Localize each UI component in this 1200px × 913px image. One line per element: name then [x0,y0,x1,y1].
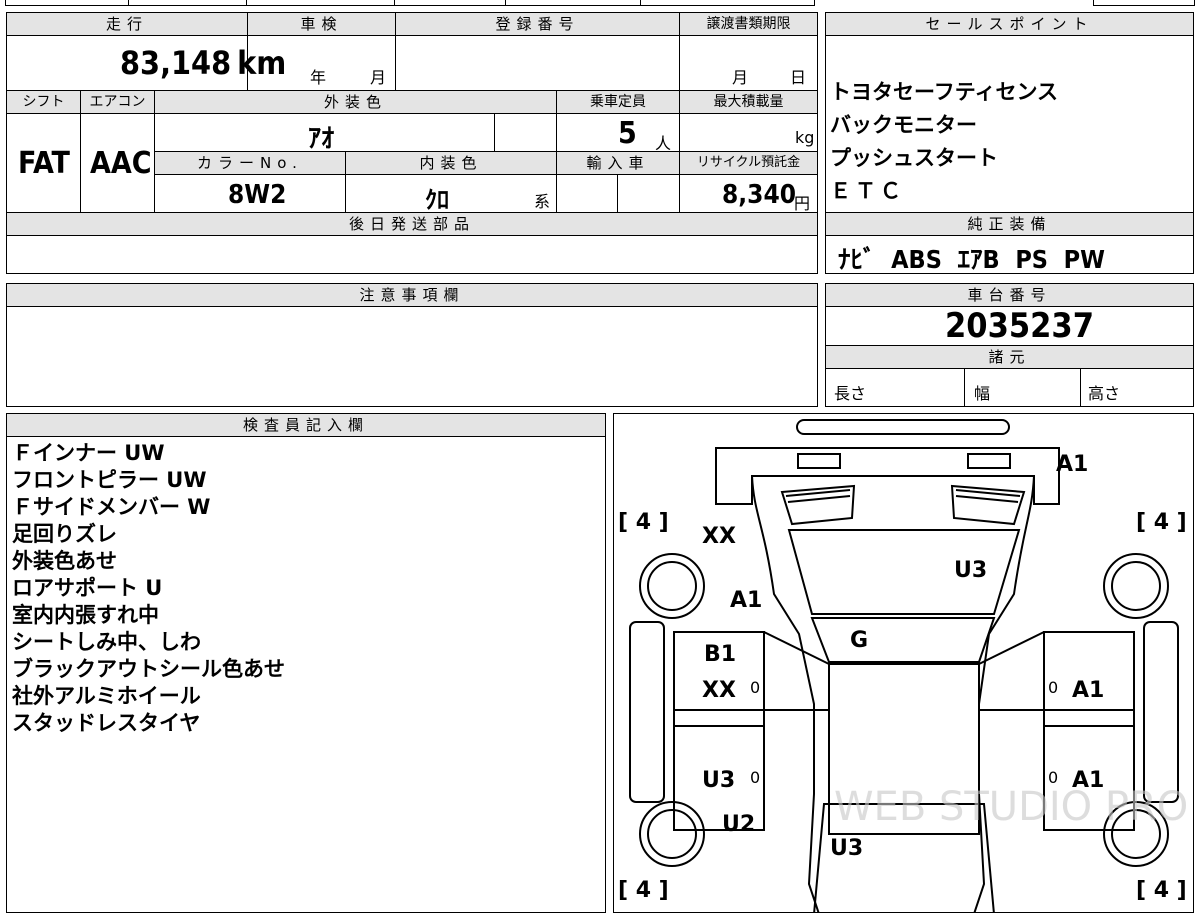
shift-header: シフト [6,90,81,114]
tire-rear-left: [ 4 ] [618,878,669,903]
inspection-month-unit: 月 [370,68,387,87]
zero-mark: 0 [1048,768,1059,787]
spec-width: 幅 [974,384,991,403]
genuine-equipment-value: ﾅﾋﾞ ABS ｴｱB PS PW [838,245,1105,274]
chassis-header: 車台番号 [825,283,1194,307]
inspector-header: 検査員記入欄 [6,413,606,437]
sales-points-list: トヨタセーフティセンス バックモニター プッシュスタート ＥＴＣ [830,76,1190,208]
car-outline-diagram [629,419,1179,912]
max-load-header: 最大積載量 [679,90,818,114]
inspector-note: ロアサポート U [12,576,163,600]
registration-header: 登録番号 [395,12,680,36]
inspector-note: スタッドレスタイヤ [12,711,201,735]
zero-mark: 0 [750,678,761,697]
interior-color-header: 内装色 [345,151,557,175]
exterior-color-value: ｱｵ [308,124,335,154]
watermark: WEB STUDIO PRO [834,784,1189,830]
label-quarter-left: U2 [722,812,756,837]
interior-color-value: ｸﾛ [425,186,449,214]
recycle-fee-value: 8,340 [722,180,796,210]
genuine-equipment-header: 純正装備 [825,212,1194,236]
chassis-number: 2035237 [945,306,1094,346]
recycle-fee-unit: 円 [794,194,811,213]
later-parts-header: 後日発送部品 [6,212,818,236]
label-roof-front: G [850,628,869,653]
sales-point-item: ＥＴＣ [830,179,905,203]
inspector-note: 室内内張すれ中 [12,603,159,627]
tire-rear-right: [ 4 ] [1136,878,1187,903]
label-door-right-front: A1 [1072,678,1105,703]
deadline-month-unit: 月 [732,68,749,87]
label-door-left-rear: U3 [702,768,736,793]
label-door-left-front-a: B1 [704,642,737,667]
spec-height: 高さ [1088,384,1121,403]
inspector-note: シートしみ中、しわ [12,630,201,654]
capacity-value: 5 [618,116,637,151]
transfer-deadline-header: 譲渡書類期限 [679,12,818,36]
sales-point-item: トヨタセーフティセンス [830,80,1059,104]
color-no-header: カラーNo. [154,151,346,175]
notes-header: 注意事項欄 [6,283,818,307]
mileage-header: 走行 [6,12,248,36]
sales-point-item: バックモニター [830,113,977,137]
mileage-value: 83,148 [120,44,232,82]
label-trunk: U3 [830,836,864,861]
specs-header: 諸元 [825,345,1194,369]
car-diagram-panel: WEB STUDIO PRO [ 4 ] [ 4 ] [ 4 ] [ 4 ] A… [613,413,1194,913]
tire-front-right: [ 4 ] [1136,510,1187,535]
inspector-notes-list: Ｆインナー UW フロントピラー UW Ｆサイドメンバー W 足回りズレ 外装色… [12,440,592,737]
inspection-header: 車検 [247,12,396,36]
mileage-unit: km [237,44,287,82]
label-fender-left-mid: A1 [730,588,763,613]
label-fender-left-front: XX [702,524,736,549]
recycle-header: リサイクル預託金 [679,151,818,175]
shift-value: FAT [18,146,70,181]
zero-mark: 0 [1048,678,1059,697]
inspector-note: ブラックアウトシール色あせ [12,657,285,681]
import-header: 輸入車 [556,151,680,175]
interior-color-suffix: 系 [534,192,551,211]
inspector-note: フロントピラー UW [12,468,207,492]
zero-mark: 0 [750,768,761,787]
deadline-day-unit: 日 [790,68,807,87]
inspector-note: 足回りズレ [12,522,117,546]
max-load-unit: kg [795,128,815,147]
tire-front-left: [ 4 ] [618,510,669,535]
sales-points-header: セールスポイント [825,12,1194,36]
sales-point-item: プッシュスタート [830,146,998,170]
color-no-value: 8W2 [228,180,287,210]
inspector-note: Ｆサイドメンバー W [12,495,211,519]
label-door-right-rear: A1 [1072,768,1105,793]
aircon-header: エアコン [80,90,155,114]
top-strip-left [5,0,815,6]
aircon-value: AAC [90,146,152,181]
label-front-bumper: A1 [1056,452,1089,477]
label-hood: U3 [954,558,988,583]
inspector-note: 社外アルミホイール [12,684,201,708]
top-strip-right [1093,0,1195,6]
inspector-note: Ｆインナー UW [12,441,165,465]
spec-length: 長さ [834,384,867,403]
capacity-header: 乗車定員 [556,90,680,114]
label-door-left-front-b: XX [702,678,736,703]
inspection-year-unit: 年 [310,68,327,87]
exterior-color-header: 外装色 [154,90,557,114]
inspector-note: 外装色あせ [12,549,117,573]
